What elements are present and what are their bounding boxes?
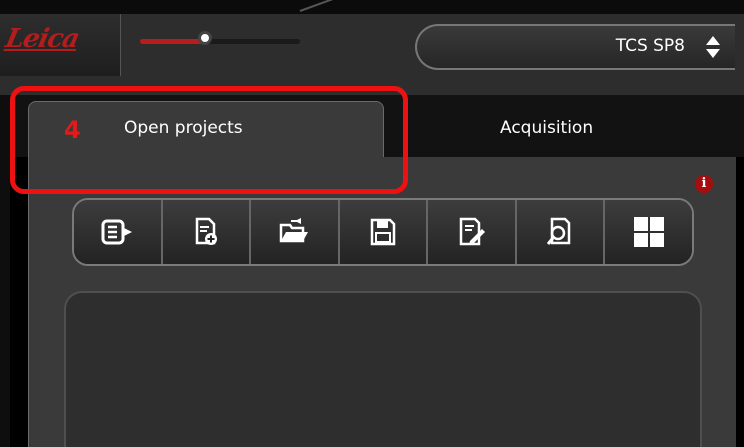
save-icon bbox=[370, 218, 396, 246]
edit-document-button[interactable] bbox=[428, 200, 517, 264]
zoom-slider-fill bbox=[140, 39, 204, 44]
grid-layout-icon bbox=[633, 217, 664, 247]
save-button[interactable] bbox=[339, 200, 429, 264]
zoom-slider-thumb[interactable] bbox=[198, 31, 212, 45]
layout-grid-button[interactable] bbox=[605, 200, 692, 264]
export-list-button[interactable] bbox=[74, 200, 163, 264]
header-bar: Leica TCS SP8 bbox=[0, 0, 744, 95]
projects-list-area[interactable] bbox=[64, 291, 702, 447]
left-edge bbox=[0, 95, 10, 447]
header-top-strip bbox=[0, 0, 744, 14]
up-down-arrows-icon bbox=[706, 36, 720, 58]
zoom-slider-track[interactable] bbox=[140, 39, 300, 44]
app-window: Leica TCS SP8 Open projects Acquisition … bbox=[0, 0, 744, 447]
info-icon[interactable]: i bbox=[695, 175, 713, 193]
search-document-icon bbox=[547, 217, 571, 245]
new-project-icon bbox=[195, 217, 217, 245]
annotation-highlight-box bbox=[10, 86, 408, 194]
open-folder-icon bbox=[280, 218, 309, 243]
leica-logo: Leica bbox=[2, 24, 82, 54]
export-list-icon bbox=[101, 219, 133, 245]
tab-acquisition-label[interactable]: Acquisition bbox=[500, 118, 593, 138]
search-document-button[interactable] bbox=[516, 200, 606, 264]
system-select[interactable]: TCS SP8 bbox=[415, 24, 735, 70]
edit-document-icon bbox=[459, 217, 485, 246]
system-select-value: TCS SP8 bbox=[615, 36, 685, 56]
open-folder-button[interactable] bbox=[251, 200, 340, 264]
new-project-button[interactable] bbox=[162, 200, 252, 264]
project-toolbar bbox=[72, 198, 694, 266]
